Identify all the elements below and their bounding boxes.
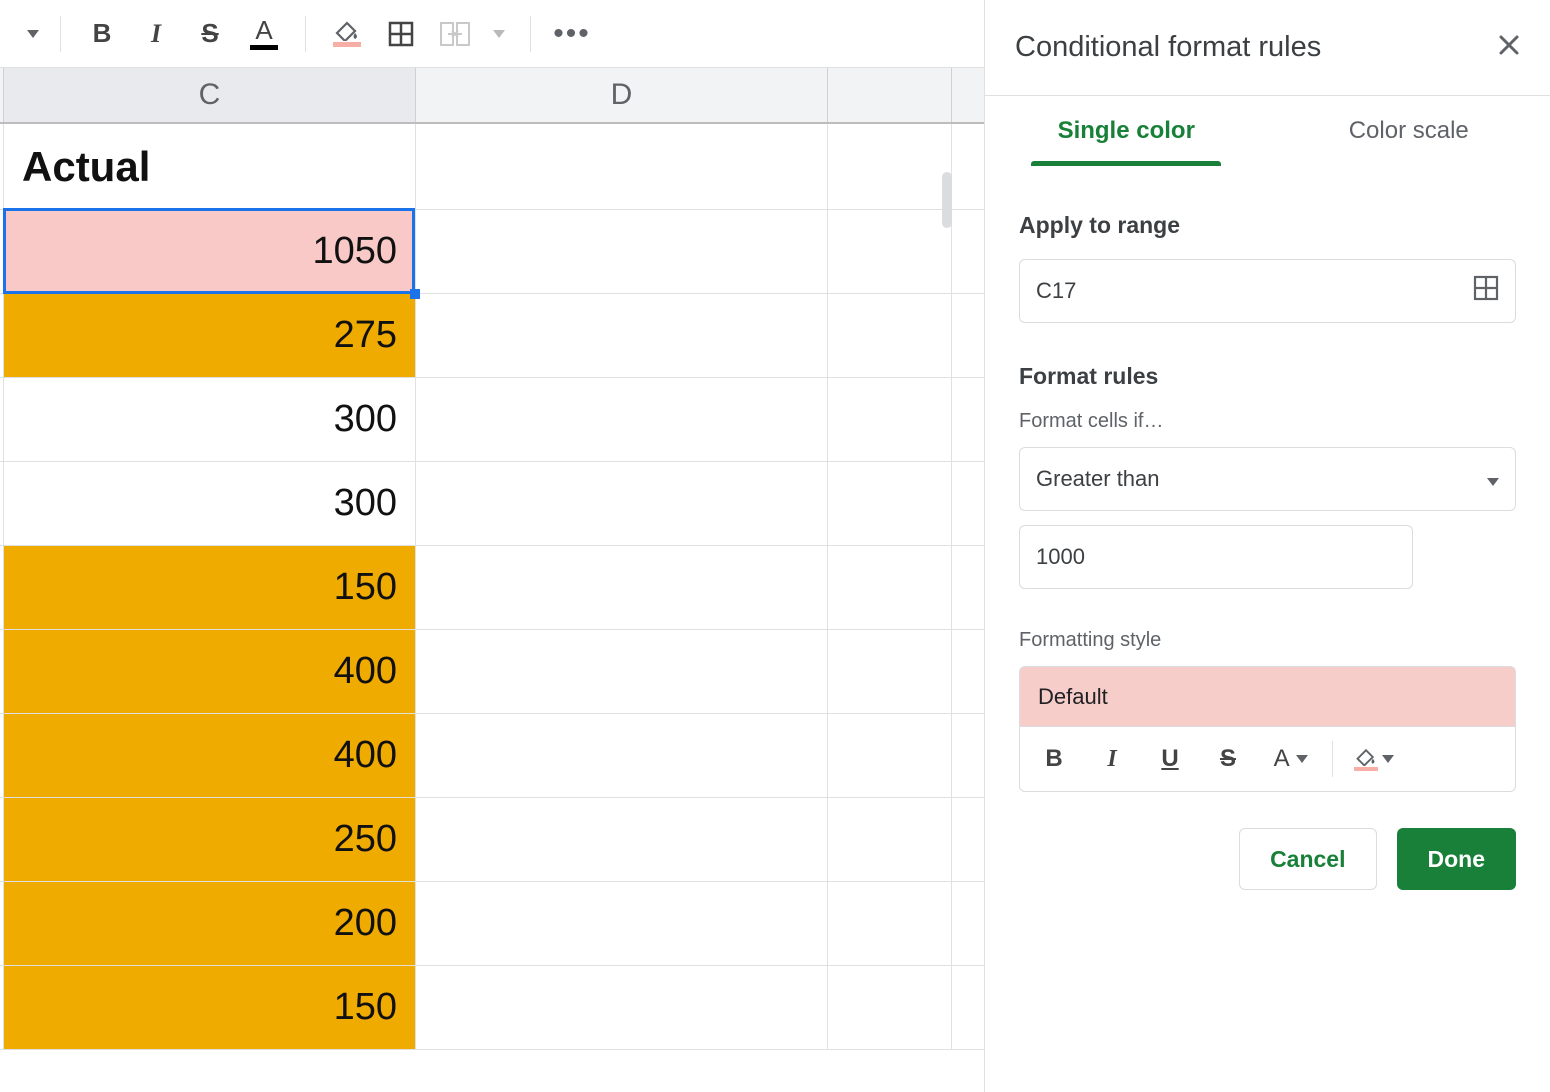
cell[interactable]: 150 [4,546,416,629]
more-menu-button[interactable]: ••• [551,13,593,55]
strike-button[interactable]: S [189,13,231,55]
cell[interactable]: 275 [4,294,416,377]
cell[interactable] [416,630,828,713]
column-header-c[interactable]: C [4,68,416,122]
fill-color-button[interactable] [326,13,368,55]
cell[interactable]: 300 [4,378,416,461]
merge-cells-button[interactable] [434,13,476,55]
cell[interactable]: 150 [4,966,416,1049]
cell[interactable] [828,462,952,545]
text-color-button[interactable]: A [243,13,285,55]
cell[interactable] [828,294,952,377]
range-input[interactable]: C17 [1019,259,1516,323]
close-panel-button[interactable] [1498,32,1520,63]
cell[interactable]: 250 [4,798,416,881]
italic-button[interactable]: I [135,13,177,55]
tab-single-color[interactable]: Single color [985,96,1268,166]
apply-to-range-label: Apply to range [1019,212,1516,239]
merge-dropdown[interactable] [488,13,510,55]
condition-value: Greater than [1036,466,1160,492]
style-toolbar: B I U S A [1019,726,1516,792]
borders-button[interactable] [380,13,422,55]
style-strike-button[interactable]: S [1202,737,1254,781]
cell[interactable] [828,714,952,797]
style-italic-button[interactable]: I [1086,737,1138,781]
range-value: C17 [1036,278,1076,304]
cell[interactable] [828,798,952,881]
panel-footer: Cancel Done [985,792,1550,926]
cell[interactable] [416,546,828,629]
cell[interactable] [828,630,952,713]
panel-tabs: Single color Color scale [985,96,1550,166]
style-text-color-button[interactable]: A [1260,737,1322,781]
format-cells-if-label: Format cells if… [1019,410,1516,433]
chevron-down-icon [1487,466,1499,492]
style-preview[interactable]: Default [1019,666,1516,726]
cell[interactable] [416,462,828,545]
cell[interactable] [828,378,952,461]
fill-handle[interactable] [410,289,420,299]
cell[interactable] [416,124,828,209]
cell[interactable] [828,210,952,293]
style-bold-button[interactable]: B [1028,737,1080,781]
done-button[interactable]: Done [1397,828,1517,890]
cell[interactable]: 300 [4,462,416,545]
cell[interactable] [416,798,828,881]
bold-button[interactable]: B [81,13,123,55]
cell[interactable] [416,714,828,797]
threshold-input[interactable]: 1000 [1019,525,1413,589]
cell[interactable] [828,966,952,1049]
vertical-scrollbar-thumb[interactable] [942,172,952,228]
style-underline-button[interactable]: U [1144,737,1196,781]
cell[interactable] [416,966,828,1049]
cell[interactable]: 200 [4,882,416,965]
conditional-format-panel: Conditional format rules Single color Co… [984,0,1550,1092]
cell[interactable]: 400 [4,630,416,713]
cell[interactable] [416,882,828,965]
cell[interactable] [416,378,828,461]
tab-color-scale[interactable]: Color scale [1268,96,1550,166]
cell[interactable] [828,882,952,965]
cell[interactable]: 1050 [4,210,416,293]
cell[interactable]: 400 [4,714,416,797]
cell[interactable] [416,210,828,293]
cell[interactable] [828,124,952,209]
threshold-value: 1000 [1036,544,1085,570]
format-rules-label: Format rules [1019,363,1516,390]
more-dropdown[interactable] [12,13,54,55]
style-fill-color-button[interactable] [1343,737,1405,781]
column-header-d[interactable]: D [416,68,828,122]
cell[interactable] [828,546,952,629]
formatting-style-label: Formatting style [1019,629,1516,652]
style-preview-text: Default [1038,684,1108,710]
condition-select[interactable]: Greater than [1019,447,1516,511]
select-range-icon[interactable] [1473,275,1499,307]
cell[interactable] [416,294,828,377]
panel-title: Conditional format rules [1015,31,1321,64]
column-header-e[interactable] [828,68,952,122]
header-cell-actual[interactable]: Actual [4,124,416,209]
cancel-button[interactable]: Cancel [1239,828,1376,890]
